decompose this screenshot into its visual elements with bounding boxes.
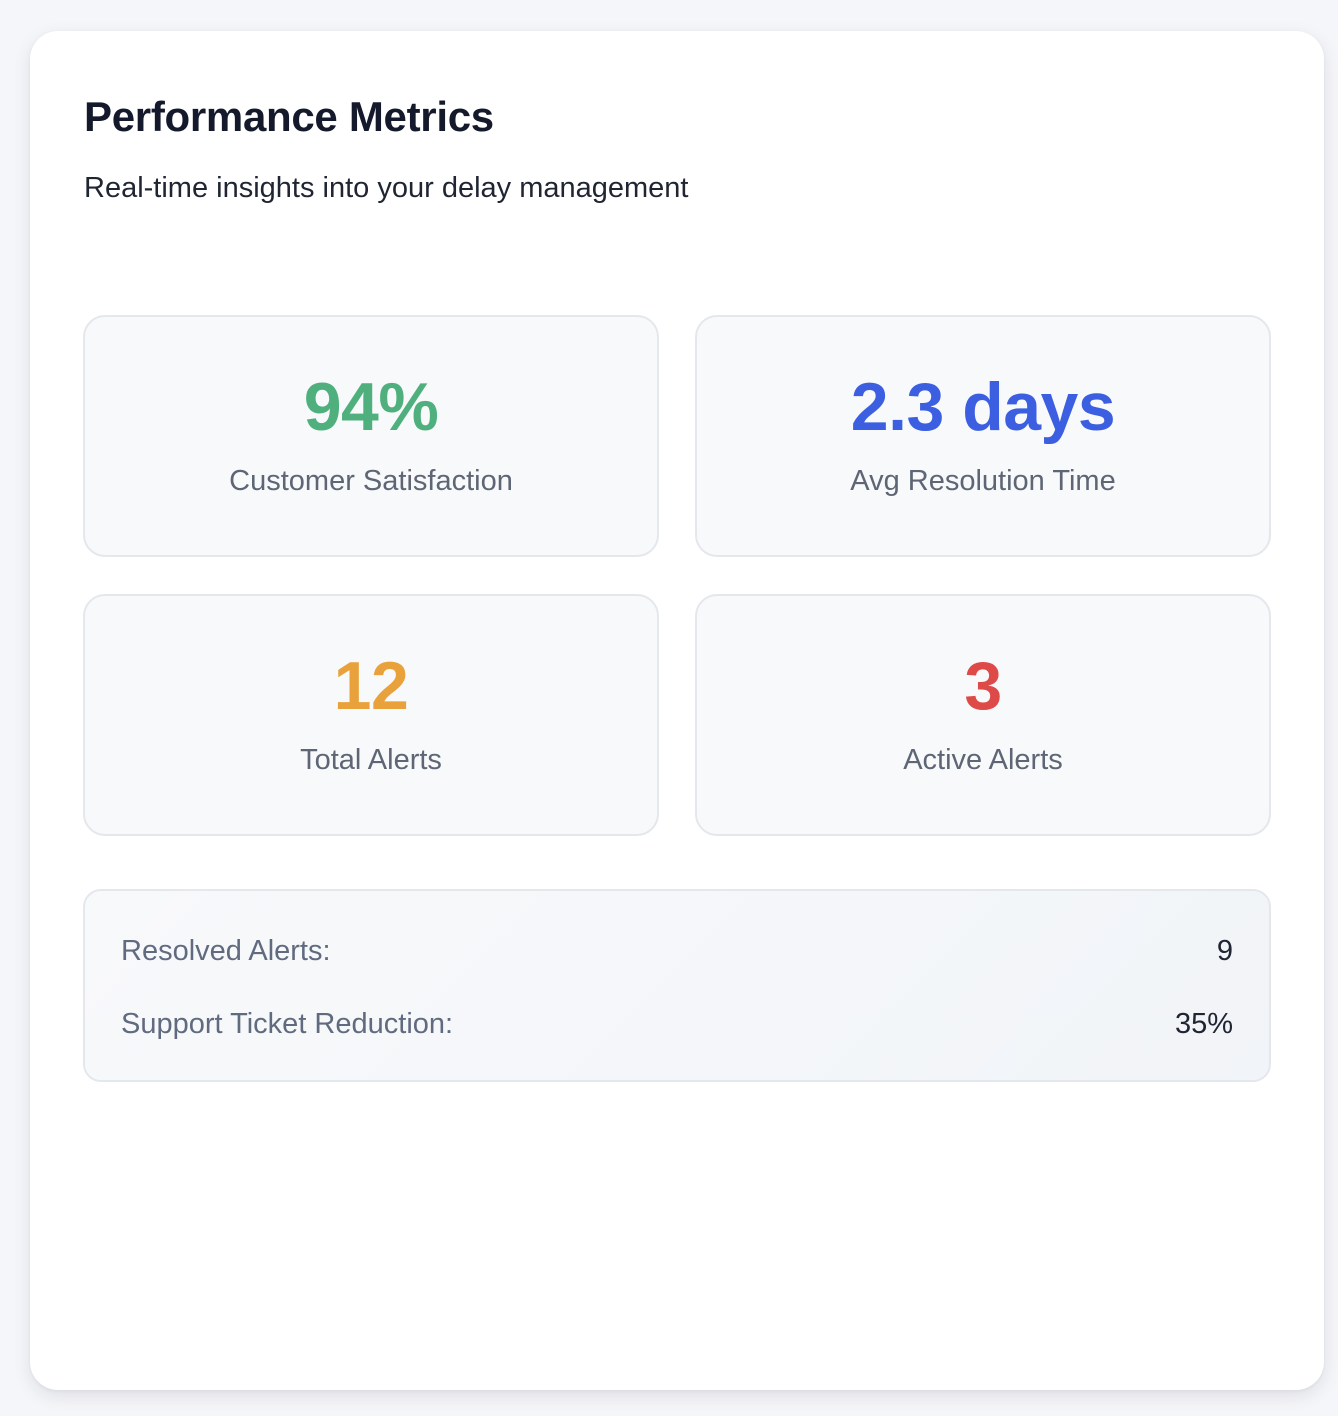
- summary-row-support-ticket-reduction: Support Ticket Reduction: 35%: [121, 1004, 1233, 1044]
- metric-card-active-alerts: 3 Active Alerts: [695, 594, 1271, 836]
- summary-label: Support Ticket Reduction:: [121, 1007, 454, 1040]
- metric-card-total-alerts: 12 Total Alerts: [83, 594, 659, 836]
- metric-label: Active Alerts: [903, 744, 1063, 776]
- metric-card-customer-satisfaction: 94% Customer Satisfaction: [83, 315, 659, 557]
- summary-value: 35%: [1174, 1007, 1233, 1040]
- metric-value: 12: [333, 648, 409, 724]
- metric-label: Total Alerts: [300, 744, 442, 776]
- performance-metrics-card: Performance Metrics Real-time insights i…: [30, 31, 1324, 1390]
- metric-value: 94%: [303, 369, 439, 445]
- summary-label: Resolved Alerts:: [121, 934, 331, 967]
- page-title: Performance Metrics: [84, 93, 494, 140]
- metric-card-avg-resolution-time: 2.3 days Avg Resolution Time: [695, 315, 1271, 557]
- summary-value: 9: [1216, 934, 1233, 967]
- page-subtitle: Real-time insights into your delay manag…: [84, 172, 689, 204]
- metric-label: Customer Satisfaction: [229, 465, 513, 497]
- metric-value: 3: [964, 648, 1002, 724]
- metric-value: 2.3 days: [850, 369, 1116, 445]
- metric-label: Avg Resolution Time: [850, 465, 1116, 497]
- summary-panel: Resolved Alerts: 9 Support Ticket Reduct…: [83, 889, 1271, 1082]
- summary-row-resolved-alerts: Resolved Alerts: 9: [121, 931, 1233, 971]
